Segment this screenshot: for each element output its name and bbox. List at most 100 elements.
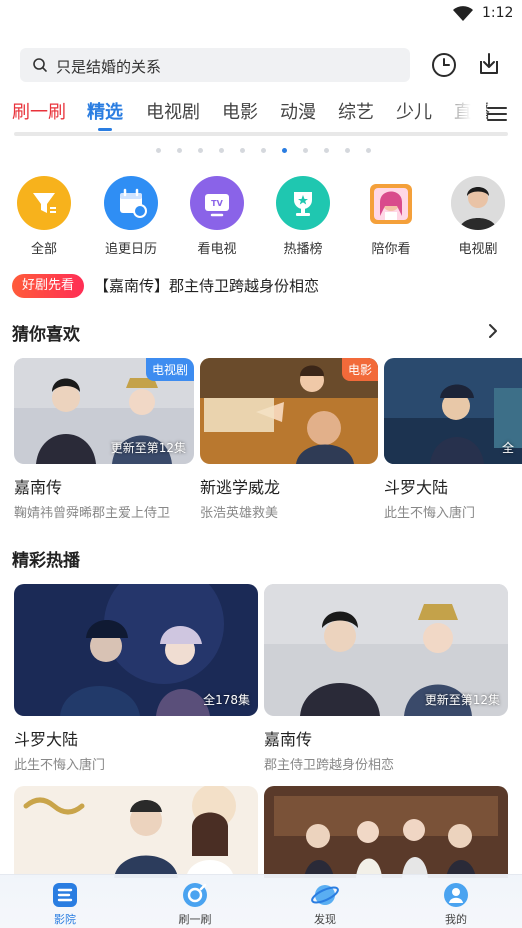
card-subtitle: 郡主侍卫跨越身份相恋 [264, 758, 395, 773]
svg-text:TV: TV [211, 199, 223, 208]
carousel-dot [324, 148, 329, 153]
section-title-guess: 猜你喜欢 [12, 325, 80, 345]
poster-image: 全178集 [14, 584, 258, 716]
card-title: 嘉南传 [264, 730, 313, 749]
quick-entry-calendar[interactable]: 追更日历 [96, 176, 166, 257]
quick-entry-label: 热播榜 [283, 242, 323, 257]
tab-tv-series[interactable]: 电视剧 [146, 98, 200, 124]
status-time: 1:12 [482, 5, 514, 21]
active-tab-indicator [98, 128, 112, 131]
guess-card[interactable]: 电视剧 更新至第12集 嘉南传 鞠婧祎曾舜晞郡主爱上侍卫 [14, 358, 194, 521]
quick-entry-label: 陪你看 [371, 242, 411, 257]
quick-entry-label: 追更日历 [104, 242, 157, 257]
episode-badge: 全 [501, 441, 514, 455]
profile-icon [442, 881, 470, 909]
episode-badge: 更新至第12集 [110, 441, 186, 455]
tab-movies[interactable]: 电影 [222, 98, 258, 124]
actor-avatar-icon [451, 176, 505, 230]
quick-entry-label: 电视剧 [458, 242, 498, 257]
card-title: 嘉南传 [14, 478, 63, 497]
nav-cinema[interactable]: 影院 [35, 881, 95, 927]
carousel-dot [198, 148, 203, 153]
poster-image [264, 786, 508, 878]
swipe-icon [181, 881, 209, 909]
notice-tag: 好剧先看 [12, 274, 84, 298]
search-icon [33, 58, 47, 72]
download-icon[interactable] [476, 51, 502, 77]
search-input[interactable]: 只是结婚的关系 [20, 48, 410, 82]
type-badge: 电视剧 [145, 358, 194, 381]
quick-entry-label: 看电视 [197, 242, 237, 257]
companion-avatar-icon [364, 176, 418, 230]
carousel-dot [240, 148, 245, 153]
cinema-icon [51, 881, 79, 909]
bottom-navigation: 影院 刷一刷 发现 我的 [0, 874, 522, 928]
card-subtitle: 鞠婧祎曾舜晞郡主爱上侍卫 [14, 506, 171, 521]
episode-badge: 更新至第12集 [424, 693, 500, 707]
top-bar: 只是结婚的关系 [0, 46, 522, 86]
quick-entry-hot-list[interactable]: 热播榜 [268, 176, 338, 257]
tab-variety[interactable]: 综艺 [338, 98, 374, 124]
carousel-dot [345, 148, 350, 153]
carousel-dot [303, 148, 308, 153]
quick-entries: 全部 追更日历 TV 看电视 热播榜 陪你看 电视剧 [0, 176, 522, 257]
card-title: 斗罗大陆 [384, 478, 449, 497]
quick-entry-tv-series[interactable]: 电视剧 [443, 176, 513, 257]
card-subtitle: 此生不悔入唐门 [14, 758, 106, 773]
section-title-hot: 精彩热播 [12, 551, 80, 571]
chevron-right-icon[interactable] [486, 322, 500, 340]
hot-card[interactable]: 更新至第12集 嘉南传 郡主侍卫跨越身份相恋 [264, 584, 508, 773]
nav-label: 我的 [445, 913, 467, 926]
poster-image: 更新至第12集 [264, 584, 508, 716]
wifi-icon [453, 6, 473, 21]
carousel-dot [156, 148, 161, 153]
card-title: 斗罗大陆 [14, 730, 79, 749]
poster-image: 电影 [200, 358, 378, 464]
search-placeholder: 只是结婚的关系 [56, 58, 162, 76]
tab-kids[interactable]: 少儿 [396, 98, 432, 124]
carousel-dot [261, 148, 266, 153]
carousel-dot [177, 148, 182, 153]
nav-label: 发现 [314, 913, 336, 926]
poster-image: 全 [384, 358, 522, 464]
carousel-dot [282, 148, 287, 153]
hot-card[interactable]: 全178集 斗罗大陆 此生不悔入唐门 [14, 584, 258, 773]
tv-icon: TV [190, 176, 244, 230]
poster-image: 电视剧 更新至第12集 [14, 358, 194, 464]
quick-entry-watch-tv[interactable]: TV 看电视 [182, 176, 252, 257]
nav-mine[interactable]: 我的 [426, 881, 486, 927]
notice-text: 【嘉南传】郡主侍卫跨越身份相恋 [94, 277, 320, 295]
banner-edge [14, 132, 508, 136]
carousel-dot [366, 148, 371, 153]
quick-entry-all[interactable]: 全部 [9, 176, 79, 257]
calendar-icon [104, 176, 158, 230]
quick-entry-companion[interactable]: 陪你看 [356, 176, 426, 257]
carousel-dot [219, 148, 224, 153]
tabs-fade [436, 96, 486, 132]
tab-anime[interactable]: 动漫 [280, 98, 316, 124]
tab-featured[interactable]: 精选 [87, 98, 123, 124]
history-icon[interactable] [431, 52, 457, 78]
carousel-indicator [0, 148, 522, 154]
planet-icon [311, 881, 339, 909]
hot-card[interactable] [264, 786, 508, 878]
nav-discover[interactable]: 发现 [295, 881, 355, 927]
nav-label: 刷一刷 [178, 913, 212, 926]
status-bar: 1:12 [0, 0, 522, 30]
funnel-icon [17, 176, 71, 230]
hot-card[interactable] [14, 786, 258, 878]
guess-card[interactable]: 全 斗罗大陆 此生不悔入唐门 [384, 358, 522, 521]
card-subtitle: 此生不悔入唐门 [384, 506, 476, 521]
quick-entry-label: 全部 [30, 242, 57, 257]
guess-card[interactable]: 电影 新逃学威龙 张浩英雄救美 [200, 358, 378, 521]
card-title: 新逃学威龙 [200, 478, 281, 497]
episode-badge: 全178集 [203, 693, 250, 707]
type-badge: 电影 [341, 358, 378, 381]
nav-label: 影院 [54, 913, 76, 926]
card-subtitle: 张浩英雄救美 [200, 506, 279, 521]
tab-shuayishua[interactable]: 刷一刷 [12, 98, 66, 124]
menu-icon[interactable] [486, 104, 508, 124]
nav-shuayishua[interactable]: 刷一刷 [165, 881, 225, 927]
poster-image [14, 786, 258, 878]
trophy-icon [276, 176, 330, 230]
